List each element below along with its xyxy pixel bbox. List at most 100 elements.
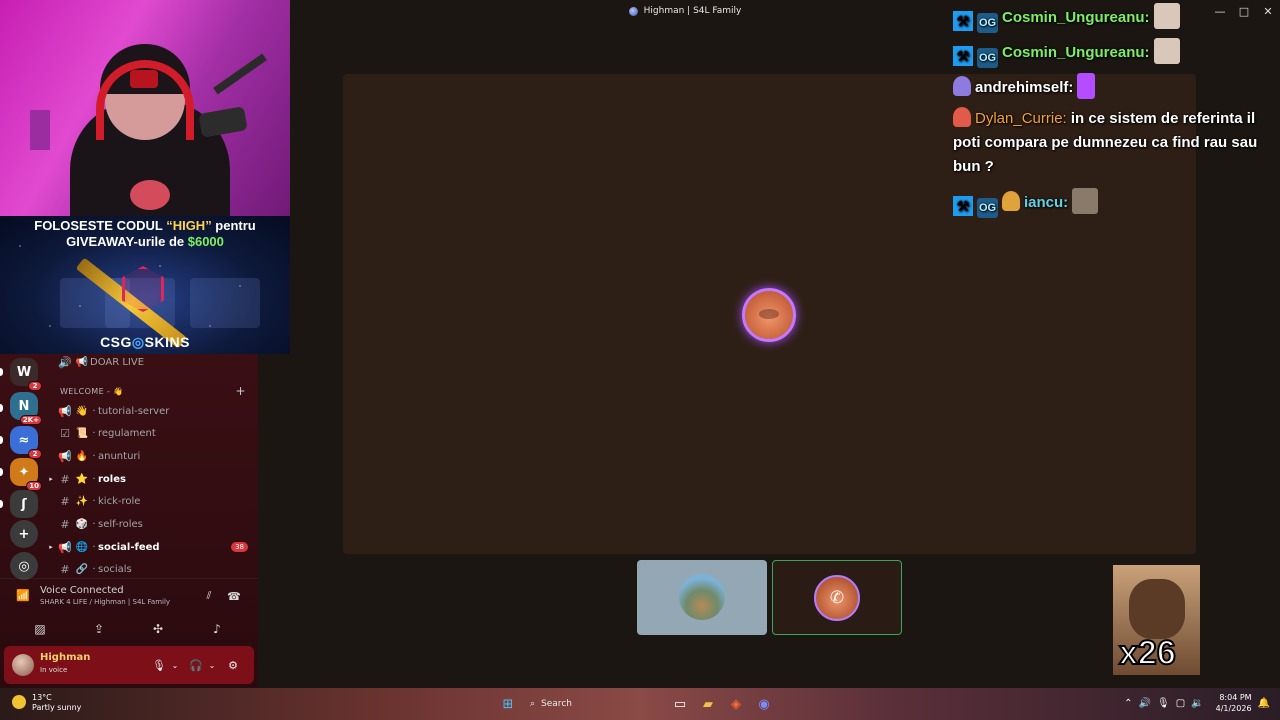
- avatar[interactable]: [12, 654, 34, 676]
- chat-username: Dylan_Currie:: [975, 110, 1067, 127]
- promo-line-1: FOLOSESTE CODUL “HIGH” pentru: [34, 218, 256, 233]
- chat-message: ⚒ OG Cosmin_Ungureanu:: [953, 3, 1180, 33]
- announcement-icon: 📢: [58, 404, 72, 418]
- server-indicator: [0, 500, 3, 508]
- channel-tutorial-server[interactable]: 📢 👋 · tutorial-server: [46, 401, 258, 421]
- system-tray: ⌃ 🔊 🎙 ▢ 🔉 8:04 PM 4/1/2026 🔔: [1124, 692, 1270, 714]
- sun-icon: [12, 695, 26, 709]
- shirt-logo: [130, 180, 170, 210]
- server-indicator: [0, 468, 3, 476]
- subscriber-badge-icon: [953, 107, 971, 127]
- volume-icon[interactable]: 🔉: [1191, 698, 1203, 709]
- crystal-emote-icon: [1077, 73, 1096, 99]
- screen-share-icon[interactable]: ⇪: [79, 619, 119, 639]
- discord-icon[interactable]: ◉: [752, 692, 776, 716]
- display-icon[interactable]: ▢: [1176, 698, 1185, 709]
- speaker-icon: 🔊: [58, 355, 72, 369]
- weather-widget[interactable]: 13°C Partly sunny: [12, 693, 81, 713]
- channel-anunturi[interactable]: 📢 🔥 · anunturi: [46, 446, 258, 466]
- activities-icon[interactable]: ✣: [138, 619, 178, 639]
- gear-icon[interactable]: ⚙: [224, 656, 242, 674]
- unread-arrow-icon: ▸: [49, 543, 53, 551]
- channel-emoji: 🔥: [75, 450, 89, 462]
- webcam-feed: [0, 0, 290, 218]
- file-explorer-icon[interactable]: ▰: [696, 692, 720, 716]
- user-status: In voice: [40, 666, 68, 674]
- microphone-icon[interactable]: 🎙: [1157, 698, 1170, 709]
- channel-emoji: 📜: [75, 427, 89, 439]
- user-panel[interactable]: Highman In voice 🎙 ⌄ 🎧 ⌄ ⚙: [4, 646, 254, 684]
- signal-icon[interactable]: 📶: [16, 589, 30, 602]
- add-server-icon[interactable]: +: [10, 520, 38, 548]
- voice-location[interactable]: SHARK 4 LIFE / Highman | S4L Family: [40, 598, 170, 606]
- hash-icon: #: [60, 494, 70, 508]
- category-welcome[interactable]: WELCOME - 👋 +: [46, 384, 258, 398]
- server-badge: 2: [28, 381, 42, 391]
- channel-emoji: 📢: [75, 356, 89, 368]
- og-badge-icon: OG: [977, 198, 998, 218]
- channel-socials[interactable]: # 🔗 · socials: [46, 559, 258, 579]
- chevron-up-icon[interactable]: ⌃: [1124, 698, 1132, 709]
- speaker-icon[interactable]: 🔊: [1139, 698, 1151, 709]
- chat-message: ⚒ OG iancu:: [953, 188, 1099, 218]
- server-badge: 2K+: [19, 415, 42, 425]
- app-icon: [628, 6, 638, 16]
- emote-combo-widget: x26: [1113, 565, 1200, 675]
- soundboard-icon[interactable]: ♪: [197, 619, 237, 639]
- weather-text: Partly sunny: [32, 703, 82, 712]
- chevron-down-icon[interactable]: ⌄: [166, 656, 184, 674]
- hash-icon: #: [60, 562, 70, 576]
- window-title: Highman | S4L Family: [628, 6, 741, 16]
- add-channel-icon[interactable]: +: [236, 384, 246, 398]
- channel-emoji: 🔗: [75, 563, 89, 575]
- chat-username: iancu:: [1024, 194, 1069, 211]
- announcement-icon: 📢: [58, 449, 72, 463]
- chat-username: Cosmin_Ungureanu:: [1002, 44, 1150, 61]
- channel-regulament[interactable]: ☑ 📜 · regulament: [46, 423, 258, 443]
- moderator-badge-icon: ⚒: [953, 46, 973, 66]
- clock[interactable]: 8:04 PM 4/1/2026: [1216, 692, 1252, 714]
- notification-bell-icon[interactable]: 🔔: [1258, 698, 1270, 709]
- hash-icon: #: [60, 472, 70, 486]
- username: Highman: [40, 652, 91, 663]
- explore-icon[interactable]: ◎: [10, 552, 38, 580]
- voice-status[interactable]: Voice Connected: [40, 585, 124, 596]
- disconnect-icon[interactable]: ☎: [225, 587, 243, 605]
- announcement-icon: 📢: [58, 540, 72, 554]
- channel-list: 🔊 📢 DOAR LIVE WELCOME - 👋 + 📢 👋 · tutori…: [46, 354, 258, 578]
- server-icon-script[interactable]: ʃ: [10, 490, 38, 518]
- moderator-badge-icon: ⚒: [953, 196, 973, 216]
- microphone: [198, 106, 248, 138]
- brave-browser-icon[interactable]: ◈: [724, 692, 748, 716]
- channel-emoji: 🎲: [75, 518, 89, 530]
- channel-emoji: 🌐: [75, 541, 89, 553]
- channel-emoji: 👋: [75, 405, 89, 417]
- search-icon: ⌕: [530, 699, 536, 709]
- speaker-avatar[interactable]: [742, 288, 796, 342]
- participant-tile-active[interactable]: ✆: [772, 560, 902, 635]
- subscriber-badge-icon: [1002, 191, 1020, 211]
- camera-icon[interactable]: ▨: [20, 619, 60, 639]
- chevron-down-icon[interactable]: ⌄: [203, 656, 221, 674]
- channel-self-roles[interactable]: # 🎲 · self-roles: [46, 514, 258, 534]
- cat-emote-icon: [1153, 38, 1180, 64]
- participant-tile[interactable]: [637, 560, 767, 635]
- noise-suppression-icon[interactable]: ⫽: [200, 587, 218, 605]
- channel-social-feed[interactable]: ▸ 📢 🌐 · social-feed 38: [46, 537, 258, 557]
- taskbar-search[interactable]: ⌕ Search: [524, 692, 664, 716]
- channel-roles[interactable]: ▸ # ⭐ · roles: [46, 469, 258, 489]
- channel-kick-role[interactable]: # ✨ · kick-role: [46, 491, 258, 511]
- task-view-icon[interactable]: ▭: [668, 692, 692, 716]
- windows-start-icon[interactable]: ⊞: [496, 692, 520, 716]
- server-icon-n[interactable]: N 2K+: [10, 392, 42, 425]
- server-icon-w[interactable]: W2: [10, 358, 42, 391]
- og-badge-icon: OG: [977, 13, 998, 33]
- background-lamp: [30, 110, 50, 150]
- promo-line-2: GIVEAWAY-urile de $6000: [66, 234, 224, 249]
- channel-doar-live[interactable]: 🔊 📢 DOAR LIVE: [46, 352, 258, 372]
- subscriber-badge-icon: [953, 76, 971, 96]
- server-indicator: [0, 368, 3, 376]
- server-icon-wave[interactable]: ≈2: [10, 426, 42, 459]
- emote-count: x26: [1118, 633, 1177, 673]
- server-icon-star[interactable]: ✦ 10: [10, 458, 42, 491]
